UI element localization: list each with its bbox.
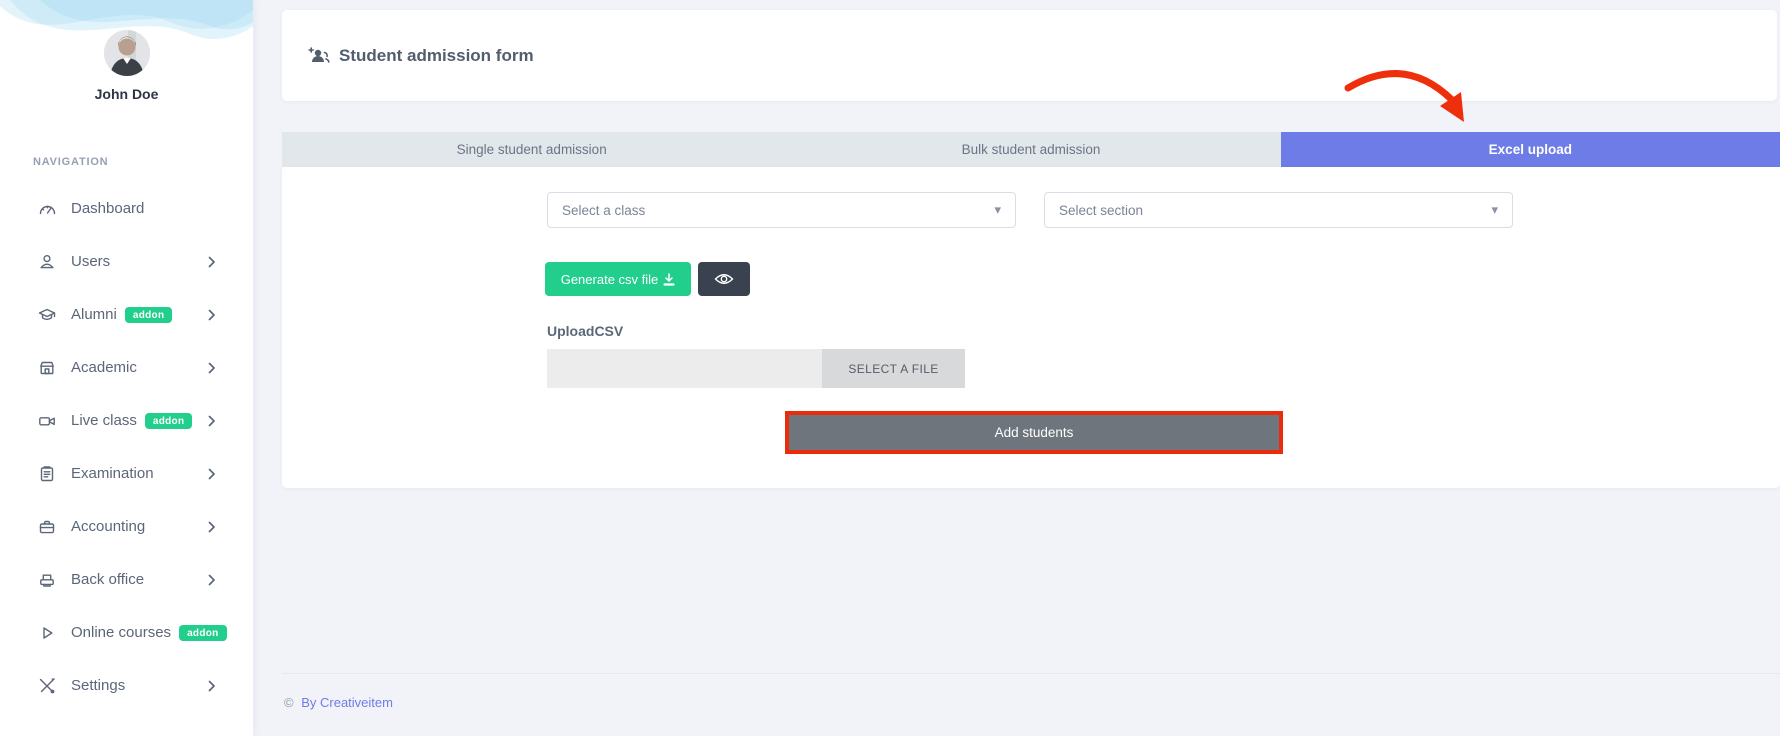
tab-bulk-student-admission[interactable]: Bulk student admission bbox=[781, 132, 1280, 167]
accounting-icon bbox=[38, 518, 56, 536]
excel-upload-panel: Select a class ▾ Select section ▾ Genera… bbox=[282, 167, 1780, 488]
csv-file-input[interactable]: SELECT A FILE bbox=[547, 349, 965, 388]
page-header-card: Student admission form bbox=[282, 10, 1777, 101]
admission-tabs: Single student admissionBulk student adm… bbox=[282, 132, 1780, 167]
addon-badge: addon bbox=[125, 307, 173, 323]
tab-single-student-admission[interactable]: Single student admission bbox=[282, 132, 781, 167]
chevron-right-icon bbox=[208, 309, 215, 321]
sidebar-item-dashboard[interactable]: Dashboard bbox=[0, 182, 253, 235]
chevron-right-icon bbox=[208, 468, 215, 480]
class-select-value: Select a class bbox=[562, 203, 645, 218]
copyright-symbol: © bbox=[284, 695, 294, 710]
chevron-down-icon: ▾ bbox=[1491, 202, 1498, 218]
sidebar-item-label: Live class bbox=[71, 412, 137, 429]
section-select-value: Select section bbox=[1059, 203, 1143, 218]
upload-csv-label: UploadCSV bbox=[547, 323, 623, 339]
chevron-right-icon bbox=[208, 415, 215, 427]
annotation-highlight-box: Add students bbox=[785, 411, 1283, 454]
settings-icon bbox=[38, 677, 56, 695]
class-select[interactable]: Select a class ▾ bbox=[547, 192, 1016, 228]
download-icon bbox=[663, 273, 675, 286]
sidebar-item-label: Alumni bbox=[71, 306, 117, 323]
users-icon bbox=[38, 253, 56, 271]
preview-button[interactable] bbox=[698, 262, 750, 296]
academic-icon bbox=[38, 359, 56, 377]
chevron-right-icon bbox=[208, 680, 215, 692]
addon-badge: addon bbox=[145, 413, 193, 429]
generate-csv-button[interactable]: Generate csv file bbox=[545, 262, 691, 296]
alumni-icon bbox=[38, 306, 56, 324]
sidebar-item-examination[interactable]: Examination bbox=[0, 447, 253, 500]
sidebar-header: John Doe bbox=[0, 0, 253, 112]
add-students-button[interactable]: Add students bbox=[789, 415, 1279, 450]
dashboard-icon bbox=[38, 200, 56, 218]
sidebar-item-settings[interactable]: Settings bbox=[0, 659, 253, 712]
back-office-icon bbox=[38, 571, 56, 589]
sidebar-item-academic[interactable]: Academic bbox=[0, 341, 253, 394]
sidebar-item-label: Dashboard bbox=[71, 200, 144, 217]
examination-icon bbox=[38, 465, 56, 483]
sidebar-item-users[interactable]: Users bbox=[0, 235, 253, 288]
sidebar-item-accounting[interactable]: Accounting bbox=[0, 500, 253, 553]
chevron-right-icon bbox=[208, 574, 215, 586]
chevron-right-icon bbox=[208, 521, 215, 533]
select-file-button[interactable]: SELECT A FILE bbox=[822, 349, 965, 388]
page-title-text: Student admission form bbox=[339, 46, 534, 66]
sidebar-item-label: Examination bbox=[71, 465, 154, 482]
avatar-photo bbox=[104, 30, 150, 76]
sidebar-item-label: Users bbox=[71, 253, 110, 270]
tab-excel-upload[interactable]: Excel upload bbox=[1281, 132, 1780, 167]
generate-csv-label: Generate csv file bbox=[561, 272, 659, 287]
sidebar-item-label: Settings bbox=[71, 677, 125, 694]
chevron-right-icon bbox=[208, 256, 215, 268]
sidebar-item-label: Academic bbox=[71, 359, 137, 376]
chevron-right-icon bbox=[208, 362, 215, 374]
live-class-icon bbox=[38, 412, 56, 430]
addon-badge: addon bbox=[179, 625, 227, 641]
sidebar-item-back-office[interactable]: Back office bbox=[0, 553, 253, 606]
sidebar: John Doe NAVIGATION Dashboard Users Alumni… bbox=[0, 0, 253, 736]
user-name: John Doe bbox=[0, 86, 253, 102]
sidebar-item-label: Online courses bbox=[71, 624, 171, 641]
sidebar-nav: Dashboard Users Alumni addon Academic Live cl… bbox=[0, 182, 253, 712]
footer: © By Creativeitem bbox=[282, 673, 1780, 710]
online-courses-icon bbox=[38, 624, 56, 642]
sidebar-item-label: Accounting bbox=[71, 518, 145, 535]
sidebar-item-online-courses[interactable]: Online courses addon bbox=[0, 606, 253, 659]
sidebar-item-live-class[interactable]: Live class addon bbox=[0, 394, 253, 447]
section-select[interactable]: Select section ▾ bbox=[1044, 192, 1513, 228]
avatar[interactable] bbox=[104, 30, 150, 76]
eye-icon bbox=[714, 272, 734, 286]
creativeitem-link[interactable]: By Creativeitem bbox=[301, 695, 393, 710]
page-title: Student admission form bbox=[308, 46, 534, 66]
sidebar-item-alumni[interactable]: Alumni addon bbox=[0, 288, 253, 341]
chevron-down-icon: ▾ bbox=[994, 202, 1001, 218]
sidebar-item-label: Back office bbox=[71, 571, 144, 588]
navigation-heading: NAVIGATION bbox=[33, 156, 253, 168]
person-add-icon bbox=[308, 47, 330, 65]
